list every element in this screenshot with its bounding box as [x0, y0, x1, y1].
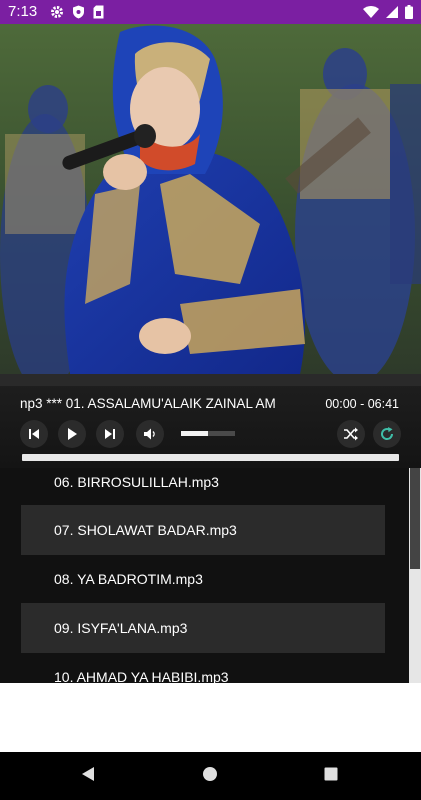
previous-button[interactable] — [20, 420, 48, 448]
list-item[interactable]: 08. YA BADROTIM.mp3 — [21, 554, 385, 604]
scrollbar[interactable] — [409, 468, 421, 683]
track-label: 09. ISYFA'LANA.mp3 — [54, 620, 188, 636]
track-label: 06. BIRROSULILLAH.mp3 — [54, 474, 219, 490]
shuffle-button[interactable] — [337, 420, 365, 448]
status-icons-left — [50, 4, 104, 20]
shield-icon — [72, 5, 85, 19]
play-icon — [65, 427, 79, 441]
progress-fill — [22, 454, 399, 461]
volume-slider[interactable] — [181, 431, 235, 436]
back-button[interactable] — [78, 766, 98, 786]
playlist: 06. BIRROSULILLAH.mp3 07. SHOLAWAT BADAR… — [0, 468, 421, 683]
repeat-icon — [379, 426, 395, 442]
list-item[interactable]: 06. BIRROSULILLAH.mp3 — [21, 468, 385, 507]
progress-bar[interactable] — [22, 454, 399, 461]
skip-previous-icon — [27, 427, 41, 441]
home-button[interactable] — [200, 766, 220, 786]
signal-icon — [385, 5, 399, 19]
scrollbar-thumb[interactable] — [410, 468, 420, 569]
time-label: 00:00 - 06:41 — [325, 397, 399, 411]
status-bar: 7:13 — [0, 0, 421, 24]
shuffle-icon — [343, 427, 359, 441]
volume-icon — [143, 427, 157, 441]
list-item[interactable]: 09. ISYFA'LANA.mp3 — [21, 603, 385, 653]
status-icons-right — [363, 4, 413, 20]
repeat-button[interactable] — [373, 420, 401, 448]
player-bar: np3 *** 01. ASSALAMU'ALAIK ZAINAL AM 00:… — [0, 374, 421, 468]
play-button[interactable] — [58, 420, 86, 448]
status-time: 7:13 — [8, 3, 38, 20]
home-circle-icon — [202, 766, 218, 787]
volume-button[interactable] — [136, 420, 164, 448]
wifi-icon — [363, 5, 379, 19]
volume-level — [181, 431, 208, 436]
now-playing-title: np3 *** 01. ASSALAMU'ALAIK ZAINAL AM — [20, 396, 276, 411]
next-button[interactable] — [96, 420, 124, 448]
recents-square-icon — [323, 766, 339, 787]
back-triangle-icon — [80, 766, 96, 787]
empty-area — [0, 683, 421, 752]
track-label: 10. AHMAD YA HABIBI.mp3 — [54, 669, 229, 683]
battery-icon — [405, 5, 413, 19]
track-label: 07. SHOLAWAT BADAR.mp3 — [54, 522, 237, 538]
album-art-image — [0, 24, 421, 374]
sim-card-icon — [93, 5, 104, 19]
list-item[interactable]: 10. AHMAD YA HABIBI.mp3 — [21, 652, 385, 683]
gear-icon — [50, 5, 64, 19]
player-top-strip — [0, 374, 421, 386]
recents-button[interactable] — [321, 766, 341, 786]
navigation-bar — [0, 752, 421, 800]
track-label: 08. YA BADROTIM.mp3 — [54, 571, 203, 587]
list-item[interactable]: 07. SHOLAWAT BADAR.mp3 — [21, 505, 385, 555]
playlist-list: 06. BIRROSULILLAH.mp3 07. SHOLAWAT BADAR… — [0, 468, 409, 683]
album-artwork — [0, 24, 421, 374]
skip-next-icon — [103, 427, 117, 441]
